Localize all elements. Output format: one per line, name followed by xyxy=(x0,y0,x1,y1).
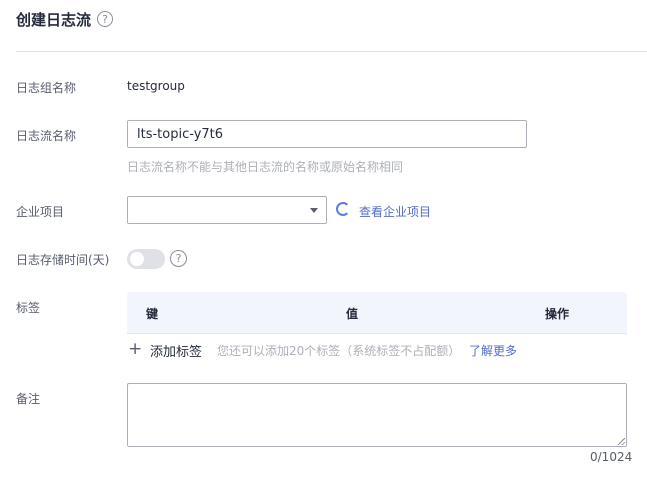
retention-toggle[interactable] xyxy=(127,249,165,269)
help-icon[interactable]: ? xyxy=(97,11,114,27)
column-actions: 操作 xyxy=(545,307,570,321)
column-key: 键 xyxy=(146,307,159,321)
page-title: 创建日志流 xyxy=(16,10,92,29)
log-stream-hint: 日志流名称不能与其他日志流的名称或原始名称相同 xyxy=(127,160,404,174)
spinner-icon xyxy=(336,202,350,216)
retention-label: 日志存储时间(天) xyxy=(16,253,110,267)
log-stream-label: 日志流名称 xyxy=(16,129,77,143)
remark-textarea[interactable] xyxy=(127,383,627,447)
tags-table-header: 键 值 操作 xyxy=(127,292,627,334)
log-stream-name-input[interactable] xyxy=(127,120,527,148)
tags-quota-hint: 您还可以添加20个标签（系统标签不占配额） xyxy=(217,344,461,358)
toggle-knob xyxy=(130,252,144,266)
enterprise-project-label: 企业项目 xyxy=(16,205,65,219)
view-enterprise-projects-link[interactable]: 查看企业项目 xyxy=(359,203,431,220)
log-group-value: testgroup xyxy=(127,79,185,93)
enterprise-project-select[interactable] xyxy=(127,196,327,224)
plus-icon[interactable]: + xyxy=(128,340,142,358)
remark-label: 备注 xyxy=(16,392,41,406)
log-group-label: 日志组名称 xyxy=(16,81,77,95)
tags-label: 标签 xyxy=(16,301,41,315)
resize-handle-icon[interactable] xyxy=(618,438,625,445)
chevron-down-icon xyxy=(310,208,318,213)
header-divider xyxy=(16,51,647,52)
retention-help-icon[interactable]: ? xyxy=(170,250,187,267)
add-tag-button[interactable]: 添加标签 xyxy=(150,341,202,360)
page-header: 创建日志流 ? xyxy=(16,8,114,30)
column-value: 值 xyxy=(346,307,359,321)
learn-more-link[interactable]: 了解更多 xyxy=(469,342,517,359)
remark-char-counter: 0/1024 xyxy=(590,450,633,464)
